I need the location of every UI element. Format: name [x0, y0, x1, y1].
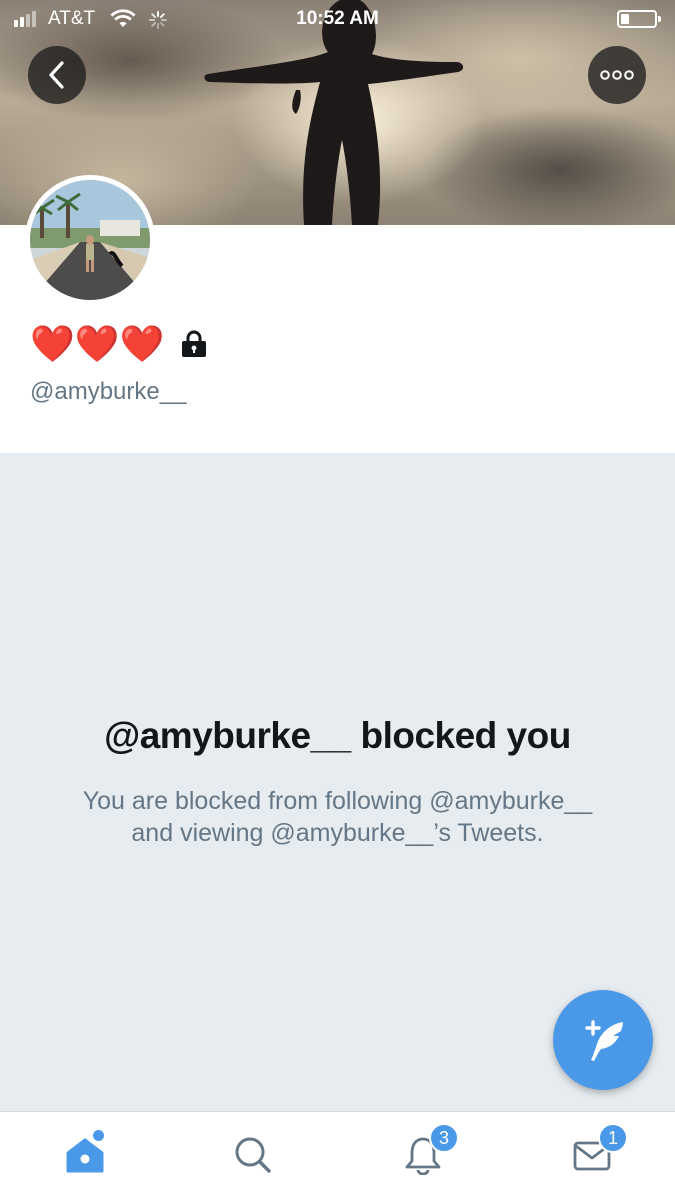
messages-badge: 1: [598, 1123, 628, 1153]
blocked-title: @amyburke__ blocked you: [104, 715, 571, 756]
search-icon: [235, 1137, 271, 1173]
lock-icon: [182, 330, 207, 357]
tab-bar: 3 1: [0, 1111, 675, 1200]
avatar[interactable]: [25, 175, 155, 305]
display-name: ❤️❤️❤️: [30, 323, 165, 364]
status-time: 10:52 AM: [296, 8, 379, 29]
display-name-row: ❤️❤️❤️: [30, 326, 208, 362]
chevron-left-icon: [49, 61, 64, 89]
more-horizontal-icon: [600, 70, 634, 80]
notifications-badge: 3: [429, 1123, 459, 1153]
back-button[interactable]: [28, 46, 86, 104]
tab-home[interactable]: [55, 1130, 115, 1180]
avatar-image: [30, 180, 150, 300]
profile-page: AT&T 10:52 AM ❤️❤️❤️ @amyburke__ @amybur…: [0, 0, 675, 1200]
tab-search[interactable]: [223, 1130, 283, 1180]
blocked-message: You are blocked from following @amyburke…: [82, 787, 593, 847]
battery-icon: [617, 10, 661, 28]
home-new-indicator: [93, 1130, 104, 1141]
compose-tweet-icon: [585, 1020, 623, 1061]
home-icon: [66, 1138, 104, 1173]
profile-handle: @amyburke__: [30, 378, 187, 405]
tab-notifications[interactable]: 3: [393, 1123, 459, 1180]
more-options-button[interactable]: [588, 46, 646, 104]
status-bar: AT&T 10:52 AM: [0, 0, 675, 38]
tab-messages[interactable]: 1: [562, 1123, 628, 1180]
compose-tweet-button[interactable]: [553, 990, 653, 1090]
